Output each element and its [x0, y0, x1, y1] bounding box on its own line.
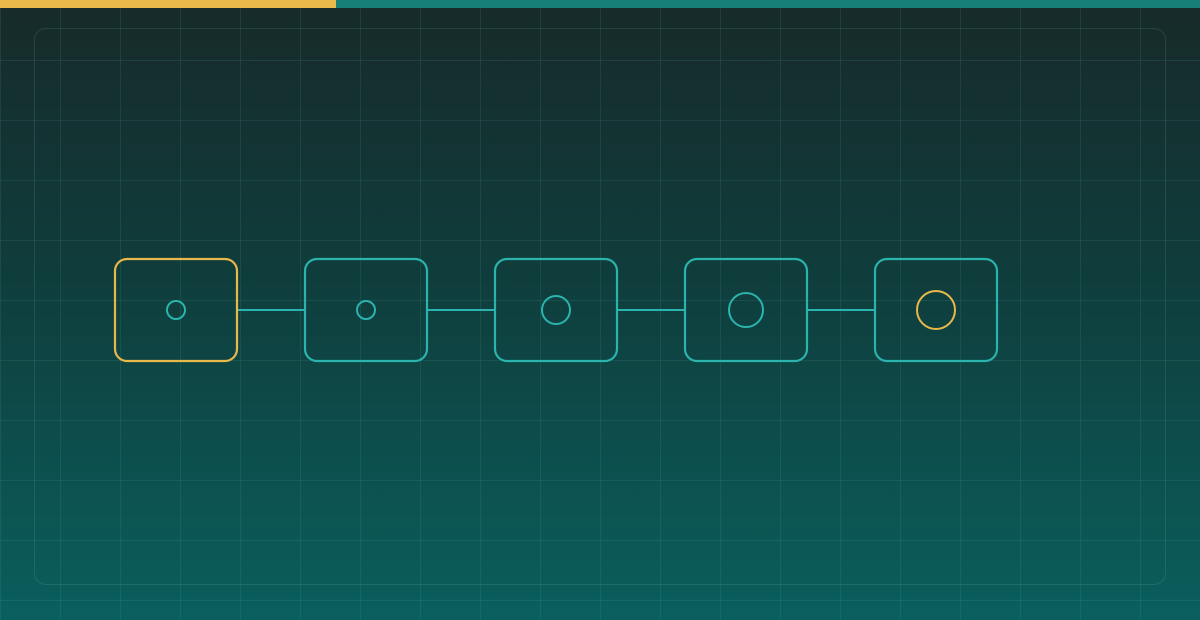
step-box-3[interactable]	[493, 257, 619, 363]
circle-icon	[356, 300, 376, 320]
step-node-1[interactable]	[113, 257, 239, 363]
circle-icon	[916, 290, 956, 330]
step-flow-diagram	[113, 257, 999, 363]
circle-icon	[541, 295, 571, 325]
circle-icon	[166, 300, 186, 320]
circle-icon	[728, 292, 764, 328]
step-box-5[interactable]	[873, 257, 999, 363]
step-box-1[interactable]	[113, 257, 239, 363]
step-node-3[interactable]	[493, 257, 619, 363]
step-node-4[interactable]	[683, 257, 809, 363]
step-node-5[interactable]	[873, 257, 999, 363]
step-node-2[interactable]	[303, 257, 429, 363]
step-box-2[interactable]	[303, 257, 429, 363]
step-box-4[interactable]	[683, 257, 809, 363]
